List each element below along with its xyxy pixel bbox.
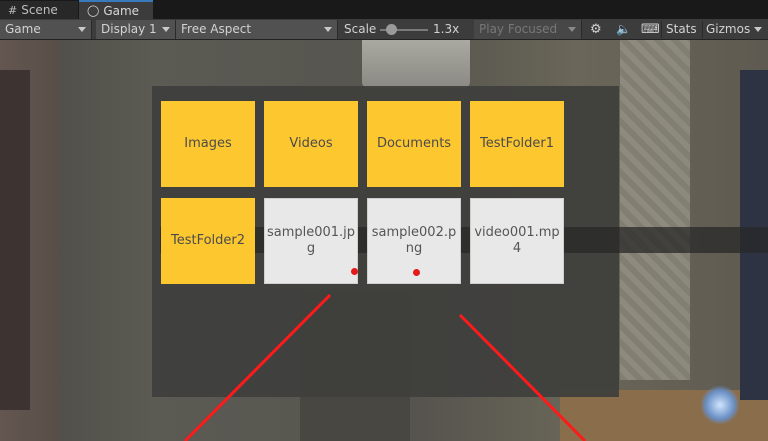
aspect-dropdown[interactable]: Free Aspect [176,20,338,39]
editor-tab-strip: # Scene ◯ Game [0,0,768,19]
scale-label: Scale [344,22,377,36]
view-mode-dropdown[interactable]: Game [0,20,92,39]
tab-scene-label: Scene [21,3,58,17]
scale-value: 1.3x [433,22,460,36]
view-mode-value: Game [5,22,41,36]
speaker-icon[interactable]: 🔈 [616,20,631,39]
chevron-down-icon[interactable] [754,27,762,32]
scale-slider-handle[interactable] [386,24,397,35]
bug-icon[interactable]: ⚙ [590,20,602,39]
chevron-down-icon [568,27,576,32]
gizmos-button[interactable]: Gizmos [706,20,750,39]
play-mode-dropdown[interactable]: Play Focused [474,20,582,39]
chevron-down-icon [162,27,170,32]
play-mode-value: Play Focused [479,22,558,36]
right-pointer-ray [458,313,587,441]
display-dropdown[interactable]: Display 1 [96,20,176,39]
tab-scene[interactable]: # Scene [0,1,78,19]
left-pointer-ray [183,293,332,441]
game-viewport[interactable]: Images Videos Documents TestFolder1 Test… [0,40,768,441]
game-view-toolbar: Game Display 1 Free Aspect Scale 1.3x Pl… [0,19,768,40]
tab-game-label: Game [103,3,140,18]
chevron-down-icon [324,27,332,32]
right-pointer-dot [413,269,420,276]
chevron-down-icon [78,27,86,32]
toolbar-divider [702,21,703,38]
aspect-value: Free Aspect [181,22,252,36]
keyboard-icon[interactable]: ⌨ [641,20,660,39]
left-pointer-dot [351,268,358,275]
gamepad-icon: ◯ [87,4,100,17]
stats-button[interactable]: Stats [666,20,697,39]
grid-icon: # [8,3,18,17]
display-value: Display 1 [101,22,157,36]
tab-game[interactable]: ◯ Game [79,0,153,19]
controller-rays [183,293,587,441]
toolbar-divider [661,21,662,38]
